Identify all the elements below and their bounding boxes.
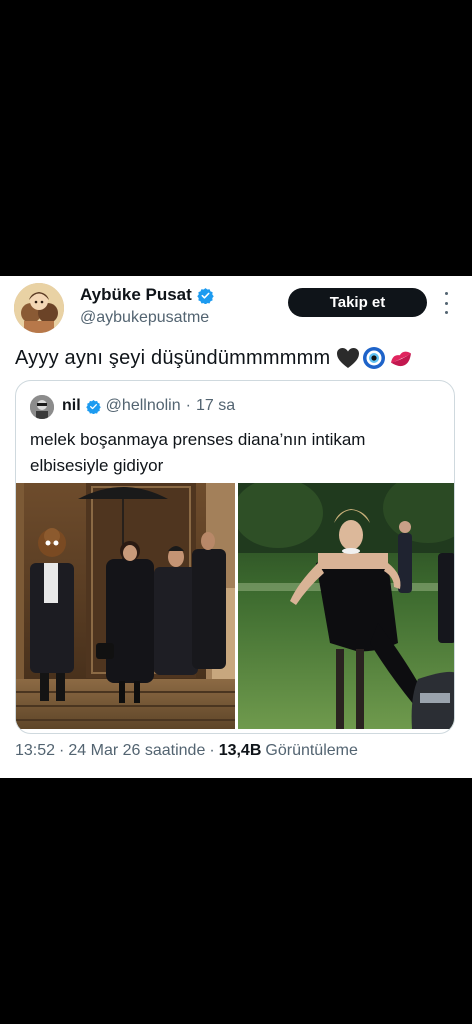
verified-badge-icon xyxy=(85,399,101,414)
meta-separator: · xyxy=(59,742,65,759)
tweet-date[interactable]: 24 Mar 26 saatinde xyxy=(68,742,205,760)
author-name[interactable]: Aybüke Pusat xyxy=(80,285,192,305)
quote-author-handle[interactable]: @hellnolin xyxy=(106,397,181,415)
quote-text: melek boşanmaya prenses diana’nın intika… xyxy=(30,430,366,475)
follow-button[interactable]: Takip et xyxy=(288,288,427,317)
quote-author-name[interactable]: nil xyxy=(62,397,81,415)
quote-image-left[interactable] xyxy=(16,483,235,729)
author-name-row: Aybüke Pusat xyxy=(80,285,214,305)
tweet-time[interactable]: 13:52 xyxy=(15,742,55,760)
quote-age[interactable]: 17 sa xyxy=(196,397,235,415)
nazar-amulet-icon xyxy=(363,347,386,369)
tweet-emojis xyxy=(336,346,414,370)
quote-separator: · xyxy=(185,397,191,414)
views-count[interactable]: 13,4B xyxy=(219,742,262,760)
tweet-card[interactable]: Aybüke Pusat @aybukepusatme Takip et Ayy… xyxy=(0,276,472,778)
quote-media xyxy=(16,483,454,733)
meta-separator: · xyxy=(209,742,215,759)
tweet-text-row: Ayyy aynı şeyi düşündümmmmmm xyxy=(15,346,414,370)
quote-header: nil @hellnolin · 17 sa xyxy=(62,397,235,415)
black-heart-icon xyxy=(337,348,360,368)
quoted-tweet[interactable]: nil @hellnolin · 17 sa melek boşanmaya p… xyxy=(15,380,455,734)
quote-image-right[interactable] xyxy=(238,483,454,729)
author-avatar[interactable] xyxy=(14,283,64,333)
tweet-meta: 13:52 · 24 Mar 26 saatinde · 13,4B Görün… xyxy=(15,742,358,760)
more-options-icon[interactable] xyxy=(440,292,452,314)
screen: Aybüke Pusat @aybukepusatme Takip et Ayy… xyxy=(0,0,472,1024)
kiss-mark-icon xyxy=(391,351,412,367)
views-label: Görüntüleme xyxy=(265,742,358,759)
tweet-text: Ayyy aynı şeyi düşündümmmmmm xyxy=(15,346,331,369)
quote-author-avatar[interactable] xyxy=(30,395,54,419)
verified-badge-icon xyxy=(197,287,214,304)
author-handle[interactable]: @aybukepusatme xyxy=(80,309,209,327)
